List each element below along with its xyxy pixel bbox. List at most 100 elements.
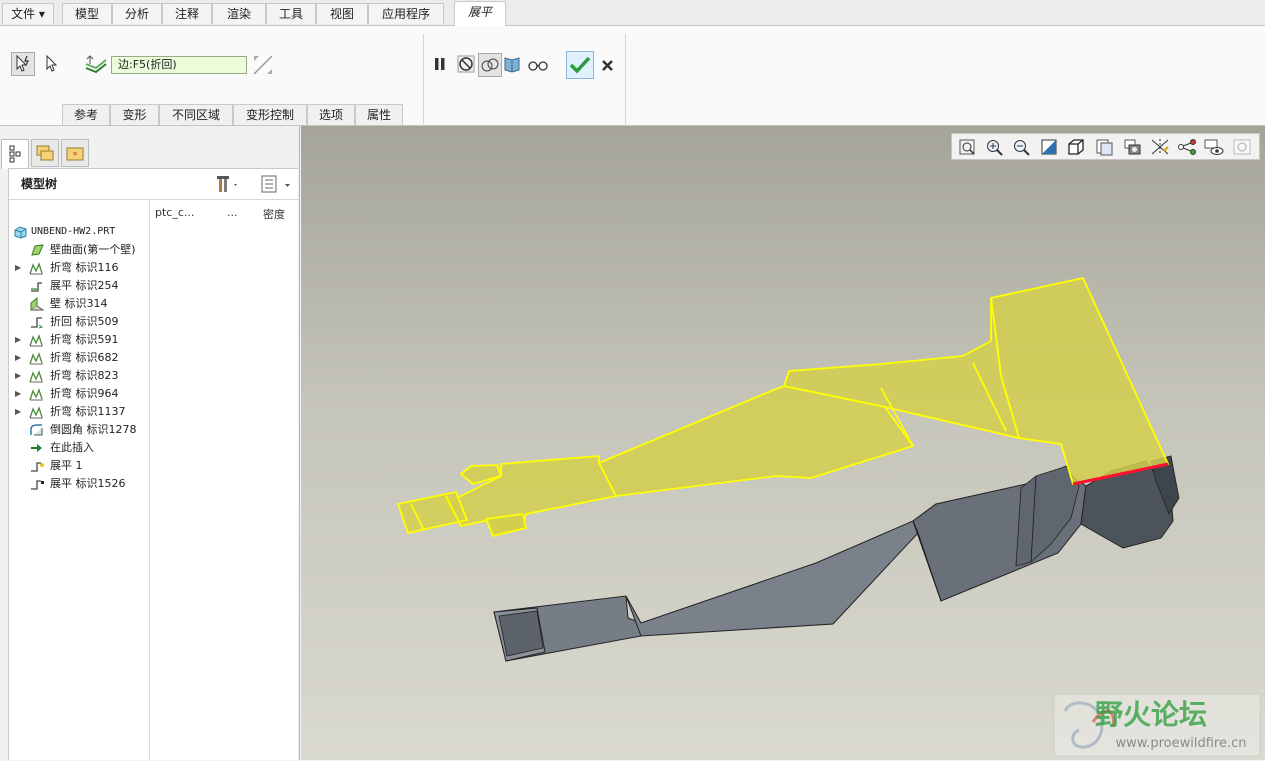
tree-item[interactable]: ▶ 折弯 标识682 [9,349,147,367]
tree-item[interactable]: 壁 标识314 [9,295,147,313]
model-tree: 模型树 ptc_c... ... 密度 UNBEND-HW2.PRT 壁曲面(第一… [8,168,299,761]
tree-item-label: UNBEND-HW2.PRT [31,226,116,237]
tree-item[interactable]: ▶ 折弯 标识964 [9,385,147,403]
menu-view[interactable]: 视图 [316,3,368,24]
bend-icon [29,387,44,401]
tab-favorites[interactable]: * [61,139,89,167]
watermark-url: www.proewildfire.cn [1116,736,1247,751]
tree-root-item[interactable]: UNBEND-HW2.PRT [9,223,147,241]
pause-button[interactable] [429,53,453,77]
ribbon-separator [423,34,424,126]
menu-unbend[interactable]: 展平 [454,1,506,26]
ribbon: 边:F5(折回) 参考 变形 不同区域 变形控制 选项 属性 [0,26,1265,126]
tree-item-label: 展平 1 [50,459,83,472]
graphics-viewport[interactable]: 野火论坛 www.proewildfire.cn [301,126,1265,760]
tree-item[interactable]: ▶ 折弯 标识116 [9,259,147,277]
column-header-density[interactable]: 密度 [263,206,285,222]
tree-item-label: 在此插入 [50,441,94,454]
bend-icon [29,405,44,419]
tree-item[interactable]: 倒圆角 标识1278 [9,421,147,439]
tree-settings-button[interactable] [215,173,239,195]
tree-item-label: 展平 标识1526 [50,477,126,490]
unbend-icon [29,279,44,293]
tree-item[interactable]: 展平 标识254 [9,277,147,295]
tree-item[interactable]: 展平 1 [9,457,147,475]
subtab-properties[interactable]: 属性 [355,104,403,125]
wall-icon [29,296,45,311]
menu-analysis[interactable]: 分析 [112,3,162,24]
flip-direction-button[interactable] [251,53,275,77]
tree-item-label: 折弯 标识591 [50,333,119,346]
expand-arrow-icon[interactable]: ▶ [15,349,21,367]
tree-item-label: 壁 标识314 [50,297,108,310]
subtab-options[interactable]: 选项 [307,104,355,125]
ribbon-separator [625,34,626,126]
unbend-active-icon [29,459,44,473]
tree-columns-button[interactable] [259,173,293,195]
column-header-more[interactable]: ... [227,206,238,219]
no-preview-button[interactable] [455,53,479,77]
unbend-pending-icon [29,477,44,491]
menu-annotate[interactable]: 注释 [162,3,212,24]
menu-render[interactable]: 渲染 [212,3,266,24]
menu-model[interactable]: 模型 [62,3,112,24]
subtab-deformation-control[interactable]: 变形控制 [233,104,307,125]
tab-model-tree[interactable] [1,139,29,169]
tree-item-label: 倒圆角 标识1278 [50,423,137,436]
eyeglasses-icon [528,61,548,71]
separate-preview-button[interactable] [478,53,502,77]
list-settings-icon [261,175,290,193]
tree-item[interactable]: ▶ 折弯 标识823 [9,367,147,385]
expand-arrow-icon[interactable]: ▶ [15,367,21,385]
expand-arrow-icon[interactable]: ▶ [15,259,21,277]
tree-item[interactable]: ▶ 折弯 标识591 [9,331,147,349]
bend-icon [29,351,44,365]
close-icon [602,60,613,71]
tree-item[interactable]: 展平 标识1526 [9,475,147,493]
tab-folder-browser[interactable] [31,139,59,167]
select-tool[interactable] [40,52,64,76]
column-header-ptc[interactable]: ptc_c... [155,206,194,219]
bendback-icon [29,315,44,329]
flip-arrow-icon [253,55,273,75]
tree-item-label: 折弯 标识964 [50,387,119,400]
menu-applications[interactable]: 应用程序 [368,3,444,24]
subtab-deformation[interactable]: 变形 [110,104,159,125]
model-tree-title: 模型树 [21,177,58,191]
tree-item[interactable]: 壁曲面(第一个壁) [9,241,147,259]
model-canvas: 野火论坛 www.proewildfire.cn [397,277,1261,757]
verify-book-icon [504,57,520,73]
tree-item[interactable]: 折回 标识509 [9,313,147,331]
select-edge-tool[interactable] [11,52,35,76]
tree-item-label: 折弯 标识682 [50,351,119,364]
cursor-lightning-icon [16,54,29,72]
ok-button[interactable] [566,51,594,79]
cancel-button[interactable] [597,54,621,78]
menu-file[interactable]: 文件 ▾ [2,3,54,24]
svg-text:*: * [73,151,78,161]
verify-mode-button[interactable] [501,53,525,77]
tree-item[interactable]: 在此插入 [9,439,147,457]
tree-item-label: 折回 标识509 [50,315,119,328]
subtab-different-regions[interactable]: 不同区域 [159,104,233,125]
insert-here-icon [29,441,44,455]
round-icon [29,423,44,437]
tree-item-label: 壁曲面(第一个壁) [50,243,136,256]
sheet-layers-icon [85,55,107,74]
folder-tree-icon [36,145,54,161]
expand-arrow-icon[interactable]: ▶ [15,403,21,421]
expand-arrow-icon[interactable]: ▶ [15,331,21,349]
verify-preview-button[interactable] [527,53,551,77]
subtab-references[interactable]: 参考 [62,104,110,125]
bend-icon [29,333,44,347]
fixed-geometry-icon-button[interactable] [84,52,108,76]
menu-tools[interactable]: 工具 [266,3,316,24]
tree-item[interactable]: ▶ 折弯 标识1137 [9,403,147,421]
expand-arrow-icon[interactable]: ▶ [15,385,21,403]
part-icon [13,225,28,239]
edge-reference-field[interactable]: 边:F5(折回) [111,56,247,74]
no-preview-icon [457,55,475,73]
tools-icon [217,176,237,192]
pause-icon [435,58,445,70]
tree-item-label: 折弯 标识116 [50,261,119,274]
